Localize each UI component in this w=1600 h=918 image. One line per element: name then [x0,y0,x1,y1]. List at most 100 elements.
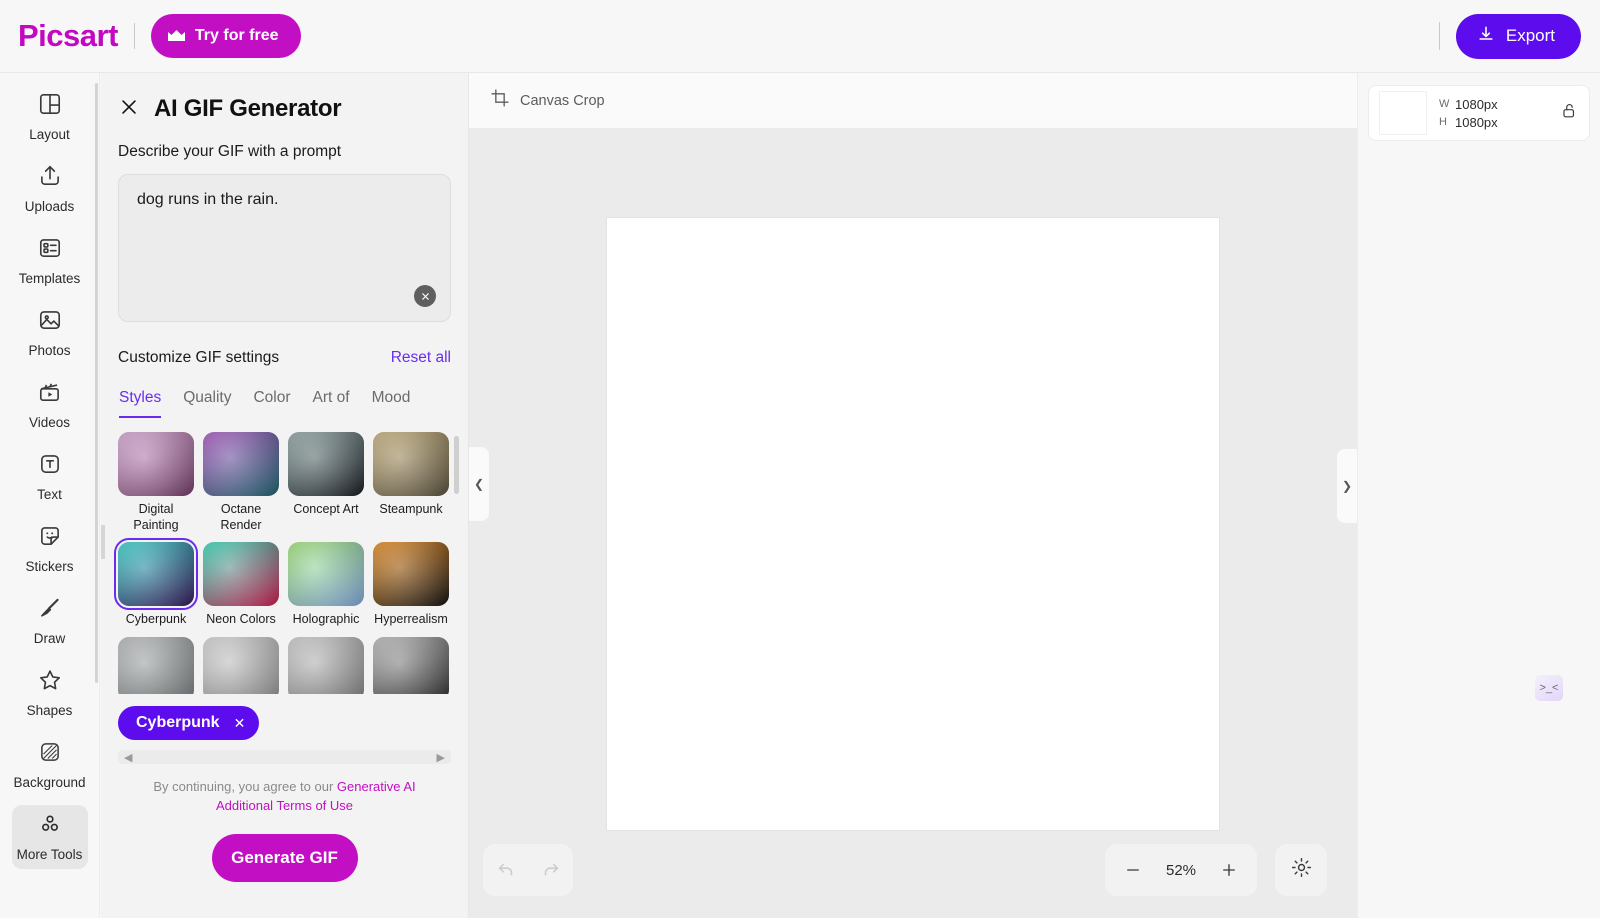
legal-prefix: By continuing, you agree to our [153,779,337,794]
chat-widget-icon[interactable]: >_< [1535,675,1563,701]
download-icon [1476,24,1496,49]
settings-tabs: Styles Quality Color Art of Mood [119,389,468,418]
try-for-free-button[interactable]: Try for free [150,14,301,58]
canvas-dimensions-card: W 1080px H 1080px [1368,85,1590,141]
star-icon [37,667,63,698]
style-option[interactable]: Neon Colors [203,542,279,628]
clear-circle-icon[interactable] [414,285,436,307]
sidebar-item-layout[interactable]: Layout [12,85,88,149]
height-value[interactable]: 1080px [1455,115,1498,130]
canvas-thumbnail [1379,91,1427,135]
style-label: Octane Render [220,502,262,532]
video-icon [37,379,63,410]
crop-icon[interactable] [490,88,510,113]
styles-grid: Digital Painting Octane Render Concept Art… [114,432,468,694]
sidebar-item-shapes[interactable]: Shapes [12,661,88,725]
style-option[interactable]: Concept Art [288,432,364,533]
style-option[interactable] [288,636,364,694]
sidebar-item-label: Videos [28,415,71,431]
styles-scrollbar[interactable] [454,436,459,494]
sidebar-item-background[interactable]: Background [12,733,88,797]
chip-close-icon[interactable]: ✕ [234,715,246,732]
style-option[interactable] [373,636,449,694]
collapse-left-panel-handle[interactable]: ❮ [469,447,489,521]
chevron-right-icon[interactable]: ▶ [437,751,445,764]
text-icon [37,451,63,482]
sidebar-item-label: Background [13,775,86,791]
style-option[interactable]: Hyperrealism [373,542,449,628]
width-value[interactable]: 1080px [1455,97,1498,112]
page-title: AI GIF Generator [154,95,342,122]
zoom-controls: 52% [1105,844,1257,896]
width-row: W 1080px [1439,97,1498,112]
style-option[interactable]: Digital Painting [118,432,194,533]
style-option[interactable]: Holographic [288,542,364,628]
sidebar-item-videos[interactable]: Videos [12,373,88,437]
tab-styles[interactable]: Styles [119,389,162,418]
sidebar-item-stickers[interactable]: Stickers [12,517,88,581]
generate-gif-button[interactable]: Generate GIF [211,833,358,882]
reset-all-button[interactable]: Reset all [391,349,451,367]
sidebar-item-label: Photos [28,343,71,359]
tab-art-of[interactable]: Art of [313,389,350,418]
style-option[interactable]: Octane Render [203,432,279,533]
plus-icon[interactable] [1215,856,1243,884]
prompt-label: Describe your GIF with a prompt [118,143,342,160]
style-option[interactable]: Steampunk [373,432,449,533]
picsart-logo[interactable]: Picsart [18,18,118,54]
tab-color[interactable]: Color [253,389,290,418]
sidebar-item-label: Shapes [26,703,73,719]
style-thumbnail [114,538,198,611]
style-thumbnail [373,636,449,694]
background-icon [37,739,63,770]
style-chip-cyberpunk[interactable]: Cyberpunk ✕ [118,706,260,740]
redo-icon[interactable] [534,853,568,887]
style-option[interactable]: Cyberpunk [114,538,198,628]
prompt-field-wrapper [118,174,451,322]
canvas-crop-label[interactable]: Canvas Crop [520,93,605,109]
crown-icon [167,29,186,43]
sidebar-scrollbar[interactable] [95,83,98,683]
tab-quality[interactable]: Quality [183,389,231,418]
export-button[interactable]: Export [1455,13,1581,59]
style-thumbnail [203,542,279,607]
sidebar-item-text[interactable]: Text [12,445,88,509]
collapse-right-panel-handle[interactable]: ❯ [1337,449,1357,523]
try-for-free-label: Try for free [194,27,279,44]
close-icon[interactable] [118,96,140,123]
sidebar-item-draw[interactable]: Draw [12,589,88,653]
chevron-left-icon[interactable]: ◀ [124,751,132,764]
style-thumbnail [203,432,279,496]
chip-label: Cyberpunk [136,714,220,731]
top-bar-right: Export [1438,13,1600,59]
tab-mood[interactable]: Mood [372,389,411,418]
canvas-settings-button[interactable] [1275,844,1327,896]
canvas-document[interactable] [607,217,1219,830]
left-sidebar: Layout Uploads Templates Photos Videos T… [0,73,100,918]
unlock-icon[interactable] [1560,101,1579,125]
prompt-input[interactable] [119,175,450,275]
style-option[interactable] [118,636,194,694]
divider-2 [1438,22,1440,50]
history-controls [483,844,573,896]
canvas-toolbar: Canvas Crop [469,73,1357,129]
sidebar-item-photos[interactable]: Photos [12,301,88,365]
style-thumbnail [118,432,194,496]
chips-horizontal-scrollbar[interactable]: ◀ ▶ [118,750,451,764]
chevron-right-icon: ❯ [1341,479,1353,493]
sidebar-item-templates[interactable]: Templates [12,229,88,293]
sidebar-item-label: Templates [18,271,81,287]
sidebar-item-more-tools[interactable]: More Tools [11,805,88,869]
style-thumbnail [288,636,364,694]
dimension-values: W 1080px H 1080px [1439,97,1498,130]
style-thumbnail [203,636,279,694]
legal-notice: By continuing, you agree to our Generati… [127,778,442,816]
canvas-workspace[interactable] [469,129,1357,918]
minus-icon[interactable] [1119,856,1147,884]
sidebar-item-label: Draw [33,631,66,647]
sidebar-item-uploads[interactable]: Uploads [12,157,88,221]
undo-icon[interactable] [489,853,523,887]
style-option[interactable] [203,636,279,694]
height-key: H [1439,116,1447,128]
sidebar-item-label: Layout [29,127,70,143]
